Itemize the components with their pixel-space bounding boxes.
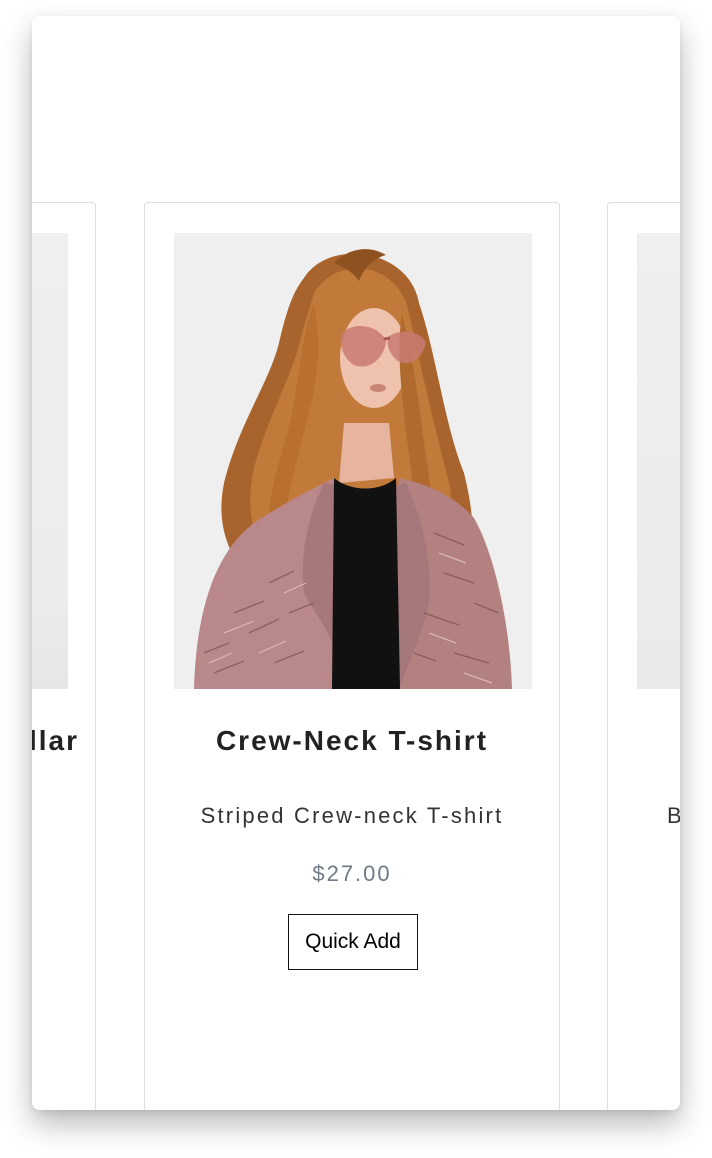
product-image[interactable] — [174, 233, 532, 689]
product-card-next[interactable]: Boyfriend Fit Jeans — [607, 202, 680, 1110]
product-card-previous[interactable]: Top Collar — [32, 202, 96, 1110]
product-image-previous[interactable] — [32, 233, 68, 689]
product-subtitle: Striped Crew-neck T-shirt — [200, 803, 504, 828]
product-price: $27.00 — [312, 861, 392, 886]
product-title[interactable]: Crew-Neck T-shirt — [145, 725, 559, 757]
product-card: Crew-Neck T-shirt Striped Crew-neck T-sh… — [144, 202, 560, 1110]
product-title-previous: Top Collar — [32, 725, 79, 756]
product-image-next[interactable] — [637, 233, 680, 689]
quick-add-button[interactable]: Quick Add — [288, 914, 418, 970]
product-subtitle-next: Boyfriend Fit Jeans — [667, 803, 680, 828]
model-photo-icon — [174, 233, 532, 689]
product-carousel: Top Collar — [32, 16, 680, 1110]
browser-window: Top Collar — [32, 16, 680, 1110]
